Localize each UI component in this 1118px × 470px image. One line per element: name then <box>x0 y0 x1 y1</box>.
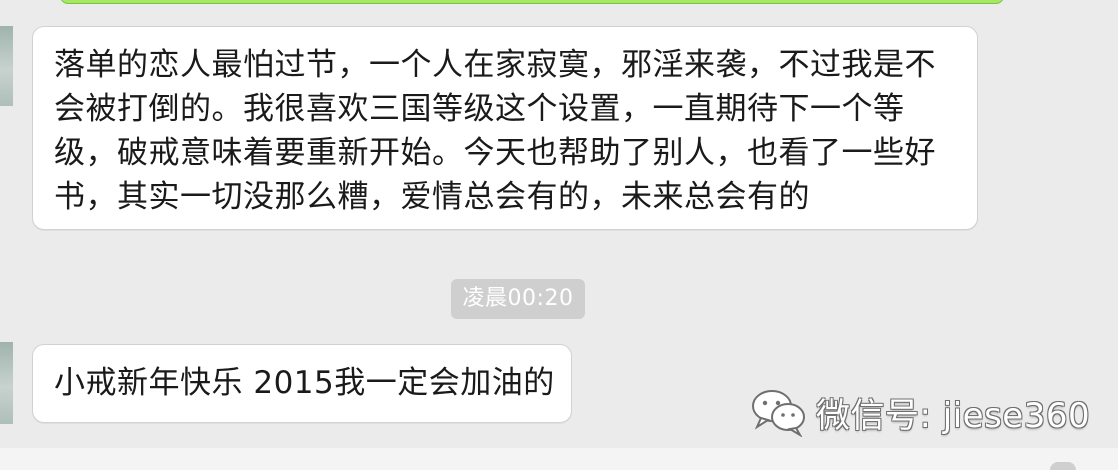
incoming-message-bubble[interactable]: 落单的恋人最怕过节，一个人在家寂寞，邪淫来袭，不过我是不 会被打倒的。我很喜欢三… <box>32 26 978 230</box>
previous-outgoing-message-bubble[interactable] <box>60 0 1004 4</box>
incoming-message-bubble[interactable]: 小戒新年快乐 2015我一定会加油的 <box>32 344 572 423</box>
message-text-line: 级，破戒意味着要重新开始。今天也帮助了别人，也看了一些好 <box>54 135 936 171</box>
wechat-logo-icon <box>752 390 805 437</box>
wechat-id-watermark: 微信号: jiese360 <box>750 384 1090 440</box>
message-text-line: 小戒新年快乐 2015我一定会加油的 <box>54 365 555 401</box>
input-bar-edge <box>0 448 1118 470</box>
message-timestamp: 凌晨00:20 <box>451 279 585 319</box>
message-text-line: 会被打倒的。我很喜欢三国等级这个设置，一直期待下一个等 <box>54 91 905 127</box>
sender-avatar[interactable] <box>0 342 13 424</box>
sender-avatar[interactable] <box>0 26 13 106</box>
wechat-id-text: 微信号: jiese360 <box>816 395 1091 436</box>
message-text-line: 书，其实一切没那么糟，爱情总会有的，未来总会有的 <box>54 179 810 215</box>
bottom-control-edge <box>1050 462 1076 470</box>
message-text-line: 落单的恋人最怕过节，一个人在家寂寞，邪淫来袭，不过我是不 <box>54 47 936 83</box>
